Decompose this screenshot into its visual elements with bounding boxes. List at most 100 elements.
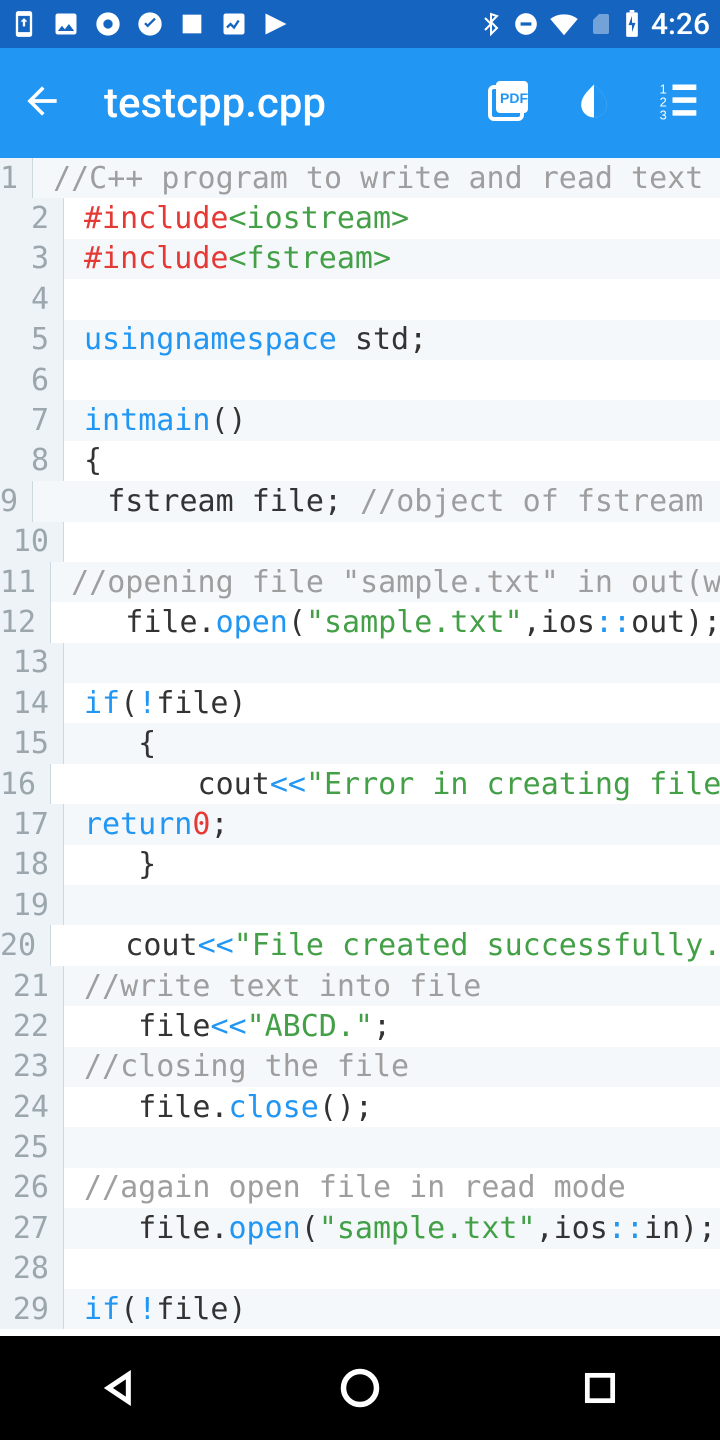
android-status-bar: 4:26 [0, 0, 720, 48]
code-content[interactable]: cout<<"Error in creating file!!! [51, 764, 720, 804]
code-content[interactable]: file.open("sample.txt",ios::in); [64, 1208, 720, 1248]
line-numbers-button[interactable]: 1 2 3 [656, 79, 700, 127]
code-line[interactable]: 23 //closing the file [0, 1047, 720, 1087]
code-content[interactable]: //again open file in read mode [64, 1168, 720, 1208]
sim-icon [589, 12, 613, 36]
nav-home-button[interactable] [330, 1358, 390, 1418]
image-icon [52, 10, 80, 38]
code-content[interactable]: if(!file) [64, 1289, 720, 1329]
line-number: 29 [0, 1289, 64, 1329]
code-content[interactable] [64, 1249, 720, 1289]
line-number: 6 [0, 360, 64, 400]
code-line[interactable]: 14 if(!file) [0, 683, 720, 723]
phone-sync-icon [10, 10, 38, 38]
code-line[interactable]: 19 [0, 885, 720, 925]
android-nav-bar [0, 1336, 720, 1440]
dnd-icon [513, 11, 539, 37]
code-content[interactable]: file<<"ABCD."; [64, 1006, 720, 1046]
code-content[interactable]: //opening file "sample.txt" in out(w [51, 562, 720, 602]
code-line[interactable]: 29 if(!file) [0, 1289, 720, 1329]
code-line[interactable]: 15 { [0, 723, 720, 763]
code-line[interactable]: 2#include <iostream> [0, 198, 720, 238]
triangle-back-icon [100, 1368, 140, 1408]
code-content[interactable]: #include <iostream> [64, 198, 720, 238]
code-line[interactable]: 6 [0, 360, 720, 400]
line-number: 5 [0, 320, 64, 360]
square-recent-icon [581, 1369, 619, 1407]
line-number: 13 [0, 643, 64, 683]
code-line[interactable]: 22 file<<"ABCD."; [0, 1006, 720, 1046]
nav-recent-button[interactable] [570, 1358, 630, 1418]
code-content[interactable]: return 0; [64, 804, 720, 844]
code-line[interactable]: 9 fstream file; //object of fstream cl [0, 481, 720, 521]
line-number: 3 [0, 239, 64, 279]
code-line[interactable]: 3#include <fstream> [0, 239, 720, 279]
code-content[interactable]: fstream file; //object of fstream cl [33, 481, 720, 521]
app-toolbar: testcpp.cpp PDF 1 2 3 [0, 48, 720, 158]
code-line[interactable]: 11 //opening file "sample.txt" in out(w [0, 562, 720, 602]
code-content[interactable]: { [64, 441, 720, 481]
battery-charging-icon [623, 10, 641, 38]
code-line[interactable]: 26 //again open file in read mode [0, 1168, 720, 1208]
code-content[interactable] [64, 522, 720, 562]
code-content[interactable]: int main() [64, 400, 720, 440]
code-content[interactable]: { [64, 723, 720, 763]
line-number: 20 [0, 925, 51, 965]
pdf-button[interactable]: PDF [484, 77, 532, 129]
line-number: 12 [0, 602, 51, 642]
code-content[interactable]: if(!file) [64, 683, 720, 723]
line-number: 10 [0, 522, 64, 562]
code-line[interactable]: 7int main() [0, 400, 720, 440]
code-line[interactable]: 16 cout<<"Error in creating file!!! [0, 764, 720, 804]
code-line[interactable]: 10 [0, 522, 720, 562]
play-store-icon [262, 10, 290, 38]
code-line[interactable]: 1//C++ program to write and read text in [0, 158, 720, 198]
code-line[interactable]: 12 file.open("sample.txt",ios::out); [0, 602, 720, 642]
wifi-icon [549, 9, 579, 39]
code-line[interactable]: 8{ [0, 441, 720, 481]
code-content[interactable]: file.open("sample.txt",ios::out); [51, 602, 720, 642]
code-content[interactable]: #include <fstream> [64, 239, 720, 279]
code-content[interactable]: file.close(); [64, 1087, 720, 1127]
code-line[interactable]: 17 return 0; [0, 804, 720, 844]
code-line[interactable]: 20 cout<<"File created successfully."<< [0, 925, 720, 965]
line-number: 21 [0, 966, 64, 1006]
code-content[interactable] [64, 360, 720, 400]
code-content[interactable]: } [64, 845, 720, 885]
code-editor[interactable]: 1//C++ program to write and read text in… [0, 158, 720, 1336]
code-content[interactable]: //closing the file [64, 1047, 720, 1087]
line-number: 25 [0, 1127, 64, 1167]
theme-button[interactable] [572, 79, 616, 127]
line-number: 11 [0, 562, 51, 602]
nav-back-button[interactable] [90, 1358, 150, 1418]
code-line[interactable]: 13 [0, 643, 720, 683]
code-content[interactable]: using namespace std; [64, 320, 720, 360]
line-number: 15 [0, 723, 64, 763]
code-line[interactable]: 5using namespace std; [0, 320, 720, 360]
line-number: 16 [0, 764, 51, 804]
code-content[interactable] [64, 279, 720, 319]
line-number: 24 [0, 1087, 64, 1127]
code-content[interactable]: //C++ program to write and read text in [33, 158, 720, 198]
code-line[interactable]: 4 [0, 279, 720, 319]
line-number: 18 [0, 845, 64, 885]
code-line[interactable]: 28 [0, 1249, 720, 1289]
back-button[interactable] [20, 79, 64, 127]
line-number: 28 [0, 1249, 64, 1289]
circle-home-icon [338, 1366, 382, 1410]
code-content[interactable]: //write text into file [64, 966, 720, 1006]
line-number: 14 [0, 683, 64, 723]
code-content[interactable]: cout<<"File created successfully."<< [51, 925, 720, 965]
code-line[interactable]: 24 file.close(); [0, 1087, 720, 1127]
status-right-icons: 4:26 [479, 7, 710, 42]
code-line[interactable]: 18 } [0, 845, 720, 885]
svg-text:PDF: PDF [500, 90, 528, 106]
code-line[interactable]: 21 //write text into file [0, 966, 720, 1006]
code-content[interactable] [64, 643, 720, 683]
code-content[interactable] [64, 885, 720, 925]
code-line[interactable]: 27 file.open("sample.txt",ios::in); [0, 1208, 720, 1248]
line-number: 22 [0, 1006, 64, 1046]
code-content[interactable] [64, 1127, 720, 1167]
code-line[interactable]: 25 [0, 1127, 720, 1167]
line-number: 19 [0, 885, 64, 925]
